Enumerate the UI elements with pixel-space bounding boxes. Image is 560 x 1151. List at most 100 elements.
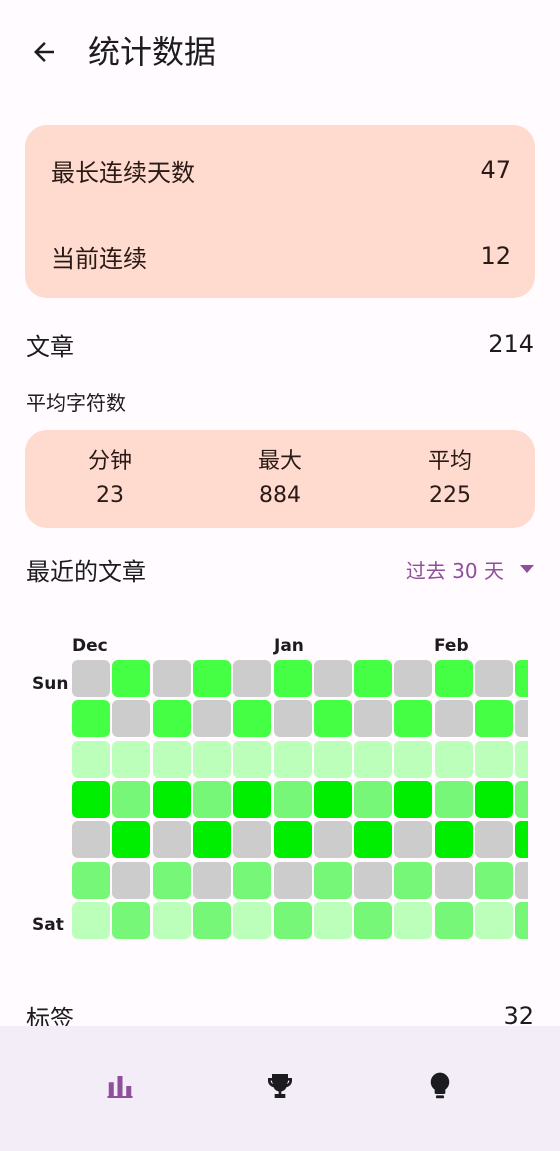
nav-tips[interactable] (395, 1058, 485, 1114)
month-label-dec: Dec (72, 636, 108, 656)
heatmap-cell (72, 901, 110, 939)
heatmap-cell (354, 821, 393, 859)
heatmap-cell (475, 660, 513, 697)
heatmap-cell (434, 821, 473, 859)
arrow-left-icon (34, 42, 54, 62)
range-dropdown[interactable]: 过去 30 天 (406, 555, 534, 584)
recent-articles-label: 最近的文章 (26, 557, 146, 586)
range-dropdown-value: 过去 30 天 (405, 558, 504, 583)
heatmap-cell (313, 901, 352, 939)
day-label-sun: Sun (32, 674, 69, 694)
month-label-jan: Jan (274, 636, 304, 656)
heatmap-cell (273, 780, 312, 818)
heatmap-cell (72, 740, 110, 778)
heatmap-cell (233, 700, 272, 738)
heatmap-cell (72, 821, 110, 859)
heatmap-cell (394, 780, 433, 818)
heatmap-cell (394, 740, 433, 778)
heatmap-cell (72, 700, 110, 738)
back-button[interactable] (26, 34, 62, 70)
heatmap-cell (273, 861, 312, 899)
heatmap-cell (434, 660, 473, 697)
month-label-feb: Feb (434, 636, 469, 656)
current-streak-label: 当前连续 (51, 244, 147, 273)
heatmap-cell (475, 861, 513, 899)
heatmap-cell (152, 901, 191, 939)
activity-heatmap: Dec Jan Feb Sun Sat (0, 630, 560, 950)
heatmap-cell (112, 780, 151, 818)
heatmap-cell (434, 740, 473, 778)
articles-row: 文章 214 (26, 324, 534, 364)
heatmap-cell (313, 660, 352, 697)
longest-streak-row: 最长连续天数 47 (51, 150, 511, 190)
heatmap-cell (273, 821, 312, 859)
heatmap-cell (112, 700, 151, 738)
heatmap-cell (515, 901, 528, 939)
current-streak-row: 当前连续 12 (51, 236, 511, 276)
heatmap-cell (192, 660, 231, 697)
heatmap-cell (515, 660, 528, 697)
heatmap-cell (354, 861, 393, 899)
current-streak-value: 12 (480, 242, 511, 270)
stat-min-value: 23 (96, 483, 124, 508)
heatmap-cell (192, 700, 231, 738)
lightbulb-icon (430, 1072, 450, 1098)
heatmap-cell (72, 861, 110, 899)
articles-value: 214 (488, 330, 534, 358)
heatmap-cell (313, 780, 352, 818)
heatmap-cell (434, 901, 473, 939)
heatmap-cell (152, 821, 191, 859)
heatmap-cell (152, 740, 191, 778)
heatmap-cell (273, 660, 312, 697)
heatmap-cell (152, 861, 191, 899)
top-app-bar: 统计数据 (0, 0, 560, 104)
heatmap-cell (354, 901, 393, 939)
heatmap-cell (112, 660, 151, 697)
heatmap-cell (475, 780, 513, 818)
stat-max: 最大 884 (195, 430, 365, 528)
heatmap-cell (112, 821, 151, 859)
heatmap-cell (515, 740, 528, 778)
heatmap-cell (273, 700, 312, 738)
heatmap-cell (233, 660, 272, 697)
heatmap-cell (233, 901, 272, 939)
stat-avg-label: 平均 (427, 449, 472, 474)
heatmap-cell (233, 821, 272, 859)
heatmap-cell (313, 861, 352, 899)
heatmap-cell (475, 700, 513, 738)
heatmap-cell (273, 901, 312, 939)
heatmap-cell (434, 861, 473, 899)
heatmap-cell (112, 861, 151, 899)
heatmap-cell (394, 901, 433, 939)
heatmap-cell (354, 740, 393, 778)
heatmap-cell (112, 901, 151, 939)
heatmap-cell (273, 740, 312, 778)
heatmap-cell (475, 740, 513, 778)
heatmap-cell (313, 700, 352, 738)
nav-achievements[interactable] (235, 1058, 325, 1114)
day-label-sat: Sat (32, 915, 64, 935)
bar-chart-icon (107, 1075, 133, 1098)
heatmap-cell (313, 821, 352, 859)
avg-chars-label: 平均字符数 (26, 391, 126, 415)
heatmap-cell (112, 740, 151, 778)
heatmap-cell (394, 861, 433, 899)
heatmap-cell (354, 780, 393, 818)
longest-streak-value: 47 (480, 156, 511, 184)
stat-max-label: 最大 (257, 449, 302, 474)
heatmap-cell (192, 861, 231, 899)
stat-avg: 平均 225 (365, 430, 535, 528)
heatmap-grid (70, 658, 528, 942)
heatmap-cell (515, 861, 528, 899)
dropdown-caret-icon (520, 565, 534, 573)
heatmap-cell (515, 780, 528, 818)
heatmap-cell (192, 821, 231, 859)
page-title: 统计数据 (88, 33, 217, 71)
nav-stats[interactable] (75, 1058, 165, 1114)
heatmap-cell (152, 700, 191, 738)
heatmap-cell (233, 861, 272, 899)
articles-label: 文章 (26, 332, 74, 361)
heatmap-cell (475, 901, 513, 939)
stat-min: 分钟 23 (25, 430, 195, 528)
bottom-navigation (0, 1026, 560, 1151)
